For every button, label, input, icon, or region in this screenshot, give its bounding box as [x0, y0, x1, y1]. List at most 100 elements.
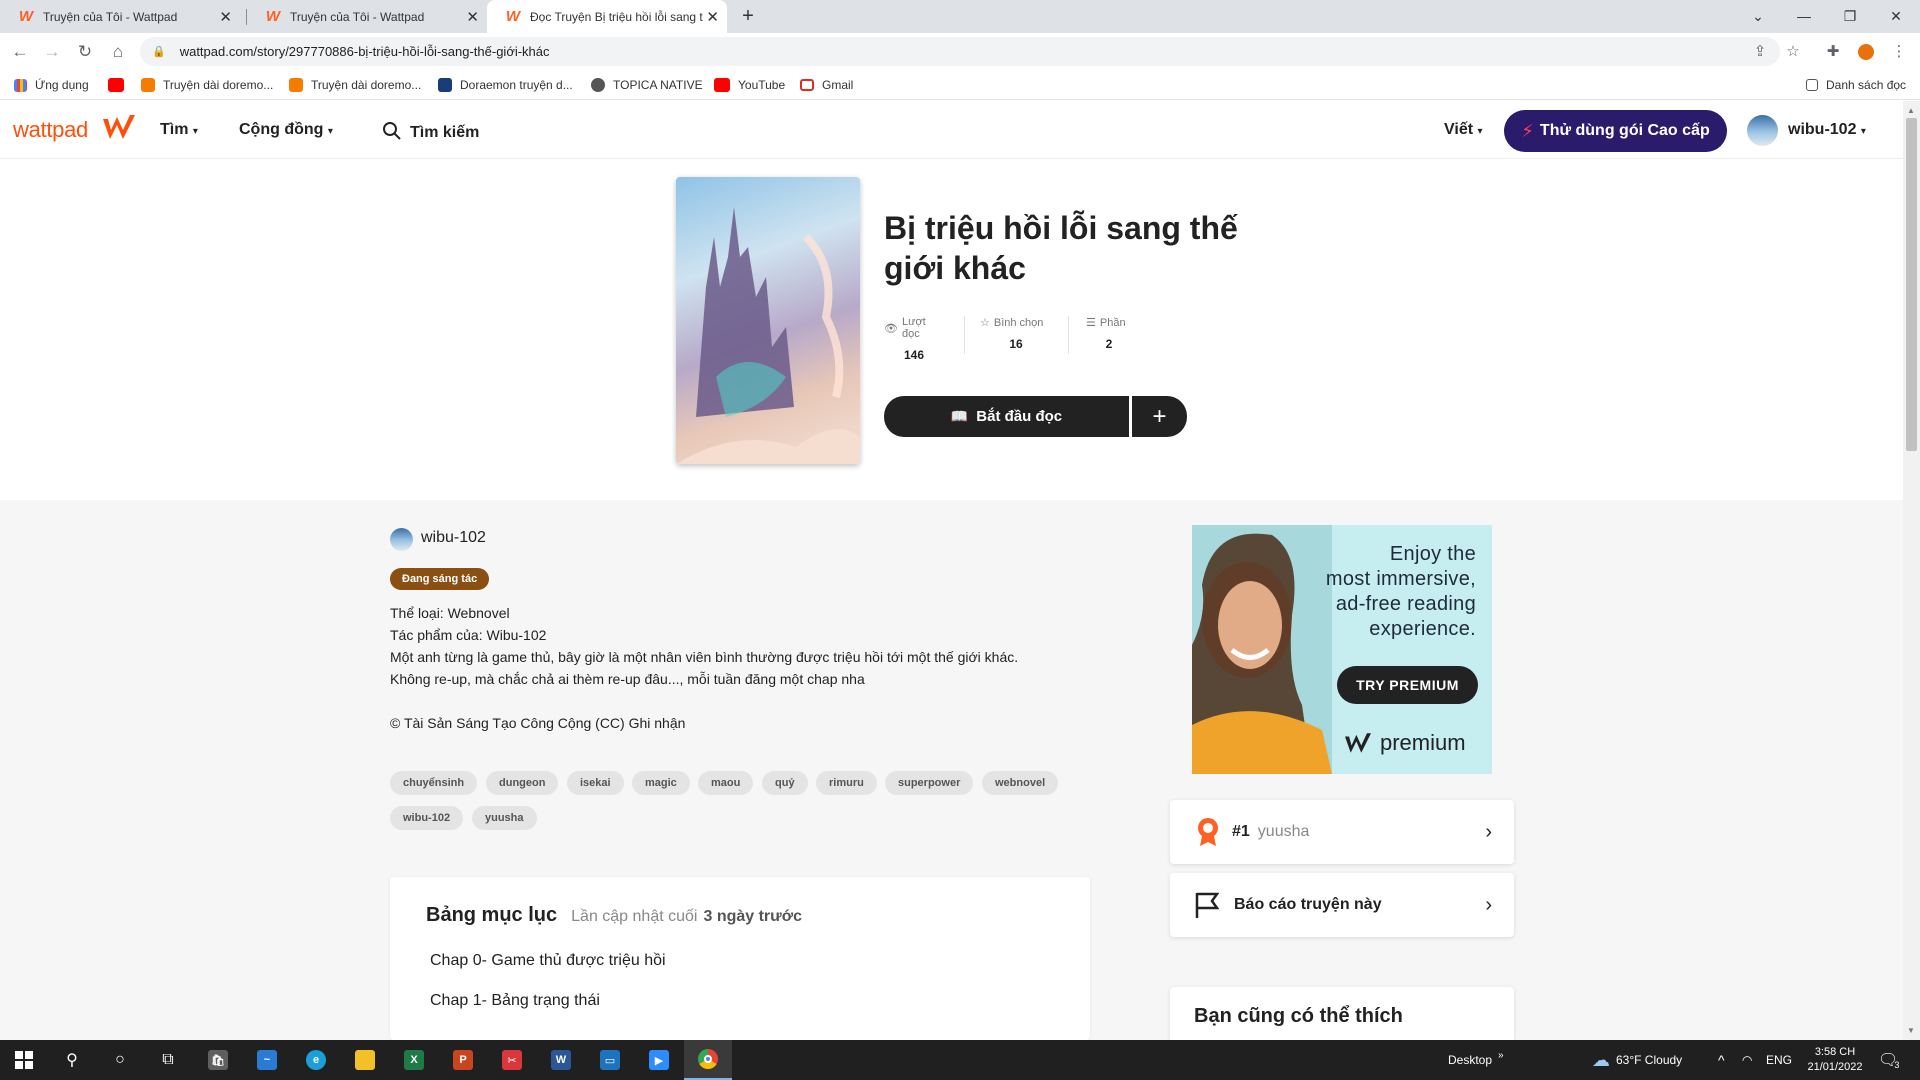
restore-icon[interactable]: ❐: [1830, 4, 1870, 28]
bookmark-star-icon[interactable]: ☆: [1781, 40, 1805, 64]
word-icon[interactable]: W: [537, 1040, 585, 1080]
story-tag[interactable]: yuusha: [472, 806, 537, 830]
wifi-icon[interactable]: ◠: [1742, 1040, 1752, 1080]
language-indicator[interactable]: ENG: [1766, 1040, 1792, 1080]
snip-tool-icon[interactable]: ✂: [488, 1040, 536, 1080]
user-menu[interactable]: wibu-102 ▾: [1788, 121, 1866, 139]
premium-ad[interactable]: Enjoy the most immersive, ad-free readin…: [1192, 525, 1492, 774]
scroll-up-icon[interactable]: ▲: [1907, 106, 1915, 115]
browser-tab[interactable]: W Truyện của Tôi - Wattpad ✕: [0, 0, 240, 33]
start-reading-button[interactable]: 📖 Bắt đầu đọc: [884, 396, 1129, 437]
bookmark-item[interactable]: Truyện dài doremo...: [141, 76, 273, 94]
chrome-icon[interactable]: [684, 1040, 732, 1080]
cortana-icon[interactable]: ○: [96, 1040, 144, 1080]
show-hidden-icons-icon[interactable]: ^: [1718, 1040, 1725, 1080]
story-cover-image[interactable]: [676, 177, 860, 464]
recommendations-card: Bạn cũng có thể thích: [1170, 987, 1514, 1040]
zoom-icon[interactable]: ▶: [635, 1040, 683, 1080]
chapter-link[interactable]: Chap 0- Game thủ được triệu hồi: [430, 952, 666, 970]
back-icon[interactable]: ←: [8, 40, 32, 64]
nav-community[interactable]: Cộng đồng ▾: [239, 121, 333, 139]
reload-icon[interactable]: ↻: [73, 40, 97, 64]
story-tag[interactable]: maou: [698, 771, 754, 795]
clock[interactable]: 3:58 CH 21/01/2022: [1802, 1040, 1868, 1080]
bookmark-label: Gmail: [822, 78, 854, 92]
bookmarks-bar: Ứng dụng Truyện dài doremo... Truyện dài…: [0, 70, 1920, 100]
bookmark-youtube-icon-only[interactable]: [108, 76, 132, 94]
story-tag[interactable]: magic: [632, 771, 690, 795]
forward-icon[interactable]: →: [40, 40, 64, 64]
story-tag[interactable]: webnovel: [982, 771, 1059, 795]
excel-icon[interactable]: X: [390, 1040, 438, 1080]
reading-list[interactable]: Danh sách đọc: [1806, 76, 1906, 94]
browser-tab-active[interactable]: W Đọc Truyện Bị triệu hồi lỗi sang t ✕: [487, 0, 727, 33]
app-window-icon[interactable]: ▭: [586, 1040, 634, 1080]
bookmark-gmail[interactable]: Gmail: [800, 76, 853, 94]
tab-search-icon[interactable]: ⌄: [1738, 4, 1778, 28]
caret-down-icon: ▾: [327, 126, 333, 137]
report-label: Báo cáo truyện này: [1234, 896, 1382, 913]
profile-icon[interactable]: [1854, 40, 1878, 64]
story-tag[interactable]: dungeon: [486, 771, 559, 795]
windows-start-icon[interactable]: [0, 1040, 48, 1080]
story-tag[interactable]: isekai: [567, 771, 624, 795]
task-view-icon[interactable]: ⧉: [144, 1040, 192, 1080]
search-button[interactable]: Tìm kiếm: [382, 121, 479, 142]
stat-label-row: 👁 Lượt đọc: [884, 316, 944, 340]
chapter-link[interactable]: Chap 1- Bảng trạng thái: [430, 992, 600, 1010]
ad-try-premium-button[interactable]: TRY PREMIUM: [1337, 666, 1478, 704]
user-avatar[interactable]: [1747, 115, 1778, 146]
close-window-icon[interactable]: ✕: [1876, 4, 1916, 28]
story-tag[interactable]: quỷ: [762, 771, 808, 795]
story-tag[interactable]: rimuru: [816, 771, 877, 795]
extensions-icon[interactable]: ✚: [1821, 40, 1845, 64]
story-tag[interactable]: wibu-102: [390, 806, 464, 830]
edge-icon[interactable]: e: [292, 1040, 340, 1080]
new-tab-button[interactable]: +: [728, 4, 768, 28]
toc-header: Bảng mục lục Lần cập nhật cuối 3 ngày tr…: [426, 904, 802, 927]
powerpoint-icon[interactable]: P: [439, 1040, 487, 1080]
bookmark-item[interactable]: TOPICA NATIVE: [591, 76, 703, 94]
browser-tab[interactable]: W Truyện của Tôi - Wattpad ✕: [247, 0, 487, 33]
wattpad-logo[interactable]: wattpad: [13, 117, 88, 143]
report-story-card[interactable]: Báo cáo truyện này ›: [1170, 873, 1514, 937]
stat-value: 16: [1009, 337, 1023, 351]
bookmark-item[interactable]: Truyện dài doremo...: [289, 76, 421, 94]
close-tab-icon[interactable]: ✕: [219, 8, 232, 26]
store-icon[interactable]: 🛍: [194, 1040, 242, 1080]
nav-browse[interactable]: Tìm ▾: [160, 121, 198, 139]
address-bar[interactable]: 🔒 wattpad.com/story/297770886-bị-triệu-h…: [140, 37, 1780, 66]
desktop-toolbar[interactable]: Desktop »: [1448, 1040, 1504, 1080]
scroll-down-icon[interactable]: ▼: [1907, 1026, 1915, 1035]
notification-center-icon[interactable]: 🗨 3: [1878, 1040, 1899, 1080]
author-avatar[interactable]: [390, 528, 413, 551]
bookmark-item[interactable]: Doraemon truyện d...: [438, 76, 573, 94]
nav-write[interactable]: Viết ▾: [1444, 121, 1483, 139]
desktop-label: Desktop: [1448, 1053, 1493, 1067]
app-icon[interactable]: ~: [243, 1040, 291, 1080]
wattpad-w-icon[interactable]: [100, 111, 138, 143]
date-label: 21/01/2022: [1807, 1061, 1863, 1073]
weather-widget[interactable]: ☁ 63°F Cloudy: [1592, 1040, 1682, 1080]
bookmark-youtube[interactable]: YouTube: [714, 76, 785, 94]
file-explorer-icon[interactable]: [341, 1040, 389, 1080]
menu-icon[interactable]: ⋮: [1887, 40, 1911, 64]
scrollbar-thumb[interactable]: [1906, 118, 1917, 451]
author-name[interactable]: wibu-102: [421, 529, 486, 547]
story-tag[interactable]: superpower: [885, 771, 974, 795]
minimize-icon[interactable]: —: [1784, 4, 1824, 28]
ranking-card[interactable]: #1 yuusha ›: [1170, 800, 1514, 864]
close-tab-icon[interactable]: ✕: [706, 8, 719, 26]
description-line: Một anh từng là game thủ, bây giờ là một…: [390, 649, 1019, 665]
search-icon[interactable]: ⚲: [48, 1040, 96, 1080]
table-of-contents: Bảng mục lục Lần cập nhật cuối 3 ngày tr…: [390, 877, 1090, 1040]
stat-value: 2: [1105, 337, 1113, 351]
bookmark-apps[interactable]: Ứng dụng: [14, 76, 89, 94]
home-icon[interactable]: ⌂: [106, 40, 130, 64]
try-premium-button[interactable]: ⚡ Thử dùng gói Cao cấp: [1504, 110, 1727, 152]
story-tag[interactable]: chuyểnsinh: [390, 771, 478, 795]
close-tab-icon[interactable]: ✕: [466, 8, 479, 26]
share-icon[interactable]: ⇪: [1748, 40, 1772, 64]
site-icon: [438, 78, 452, 92]
add-to-list-button[interactable]: +: [1132, 396, 1187, 437]
